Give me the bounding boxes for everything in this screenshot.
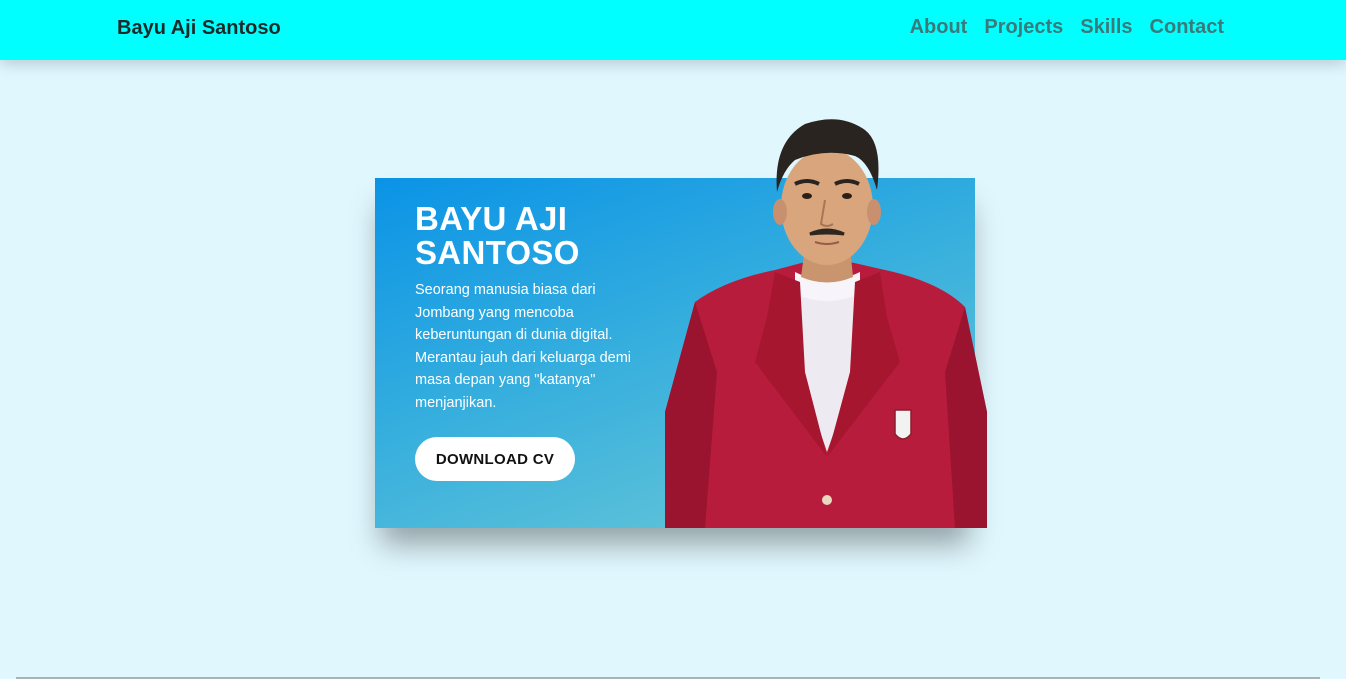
nav-link-projects[interactable]: Projects <box>984 16 1063 39</box>
nav-link-skills[interactable]: Skills <box>1080 16 1132 39</box>
download-cv-button[interactable]: DOWNLOAD CV <box>415 437 575 481</box>
badge-shape <box>894 409 912 440</box>
head-shape <box>781 149 873 265</box>
profile-photo <box>665 119 987 528</box>
hero-text: BAYU AJI SANTOSO Seorang manusia biasa d… <box>415 202 655 415</box>
brand-name[interactable]: Bayu Aji Santoso <box>117 17 281 40</box>
nav-link-contact[interactable]: Contact <box>1150 16 1224 39</box>
navbar: Bayu Aji Santoso About Projects Skills C… <box>0 0 1346 60</box>
hero-description: Seorang manusia biasa dari Jombang yang … <box>415 282 632 411</box>
nav-links: About Projects Skills Contact <box>910 16 1224 39</box>
nav-link-about[interactable]: About <box>910 16 968 39</box>
hero-title: BAYU AJI SANTOSO <box>415 200 580 271</box>
